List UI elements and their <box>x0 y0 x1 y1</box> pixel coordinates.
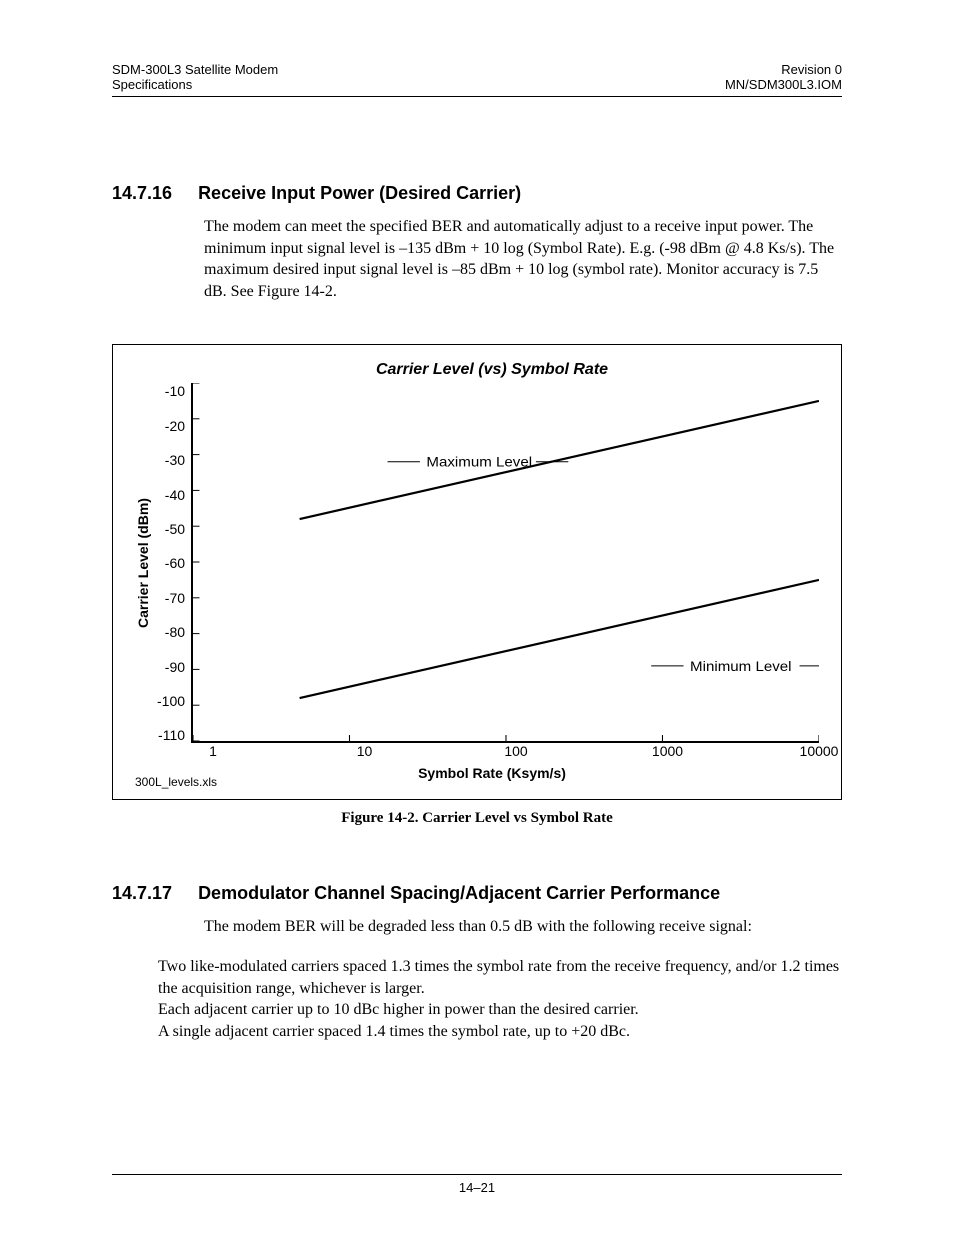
y-axis-label: Carrier Level (dBm) <box>135 383 151 743</box>
section-item: Two like-modulated carriers spaced 1.3 t… <box>158 956 842 999</box>
y-axis-ticks: -10 -20 -30 -40 -50 -60 -70 -80 -90 -100… <box>157 383 191 743</box>
chart-source-file: 300L_levels.xls <box>135 775 217 789</box>
y-tick: -100 <box>157 693 185 709</box>
page-number: 14–21 <box>0 1180 954 1195</box>
header-right-2: MN/SDM300L3.IOM <box>725 77 842 92</box>
y-tick: -30 <box>165 452 185 468</box>
x-tick: 10 <box>357 743 373 759</box>
y-tick: -10 <box>165 383 185 399</box>
y-tick: -70 <box>165 590 185 606</box>
section-receive-input-power: 14.7.16 Receive Input Power (Desired Car… <box>112 183 842 302</box>
y-tick: -110 <box>158 727 185 743</box>
section-items: Two like-modulated carriers spaced 1.3 t… <box>158 956 842 1042</box>
y-tick: -60 <box>165 555 185 571</box>
figure-caption: Figure 14-2. Carrier Level vs Symbol Rat… <box>112 810 842 827</box>
y-tick: -90 <box>165 659 185 675</box>
section-title: Demodulator Channel Spacing/Adjacent Car… <box>198 883 720 904</box>
plot-area: Maximum Level Minimum Level <box>191 383 819 743</box>
header-left-2: Specifications <box>112 77 192 92</box>
x-tick: 1 <box>209 743 217 759</box>
header-left-1: SDM-300L3 Satellite Modem <box>112 62 278 77</box>
section-number: 14.7.17 <box>112 883 172 904</box>
x-axis-ticks: 1 10 100 1000 10000 <box>213 743 819 763</box>
x-axis-label: Symbol Rate (Ksym/s) <box>165 765 819 781</box>
section-item: A single adjacent carrier spaced 1.4 tim… <box>158 1021 842 1043</box>
header-right-1: Revision 0 <box>781 62 842 77</box>
y-tick: -20 <box>165 418 185 434</box>
section-number: 14.7.16 <box>112 183 172 204</box>
section-demodulator-spacing: 14.7.17 Demodulator Channel Spacing/Adja… <box>112 883 842 1042</box>
section-item: Each adjacent carrier up to 10 dBc highe… <box>158 999 842 1021</box>
page-header: SDM-300L3 Satellite Modem Revision 0 Spe… <box>112 62 842 97</box>
svg-text:Minimum Level: Minimum Level <box>690 660 792 675</box>
y-tick: -40 <box>165 487 185 503</box>
chart-container: Carrier Level (vs) Symbol Rate Carrier L… <box>112 344 842 800</box>
svg-text:Maximum Level: Maximum Level <box>426 456 532 471</box>
section-body: The modem can meet the specified BER and… <box>204 216 842 302</box>
section-lead: The modem BER will be degraded less than… <box>204 916 842 938</box>
footer-divider <box>112 1174 842 1175</box>
x-tick: 100 <box>504 743 527 759</box>
x-tick: 1000 <box>652 743 683 759</box>
chart-title: Carrier Level (vs) Symbol Rate <box>165 361 819 379</box>
x-tick: 10000 <box>800 743 839 759</box>
header-divider <box>112 96 842 97</box>
section-title: Receive Input Power (Desired Carrier) <box>198 183 521 204</box>
y-tick: -50 <box>165 521 185 537</box>
chart-svg: Maximum Level Minimum Level <box>193 383 819 741</box>
y-tick: -80 <box>165 624 185 640</box>
